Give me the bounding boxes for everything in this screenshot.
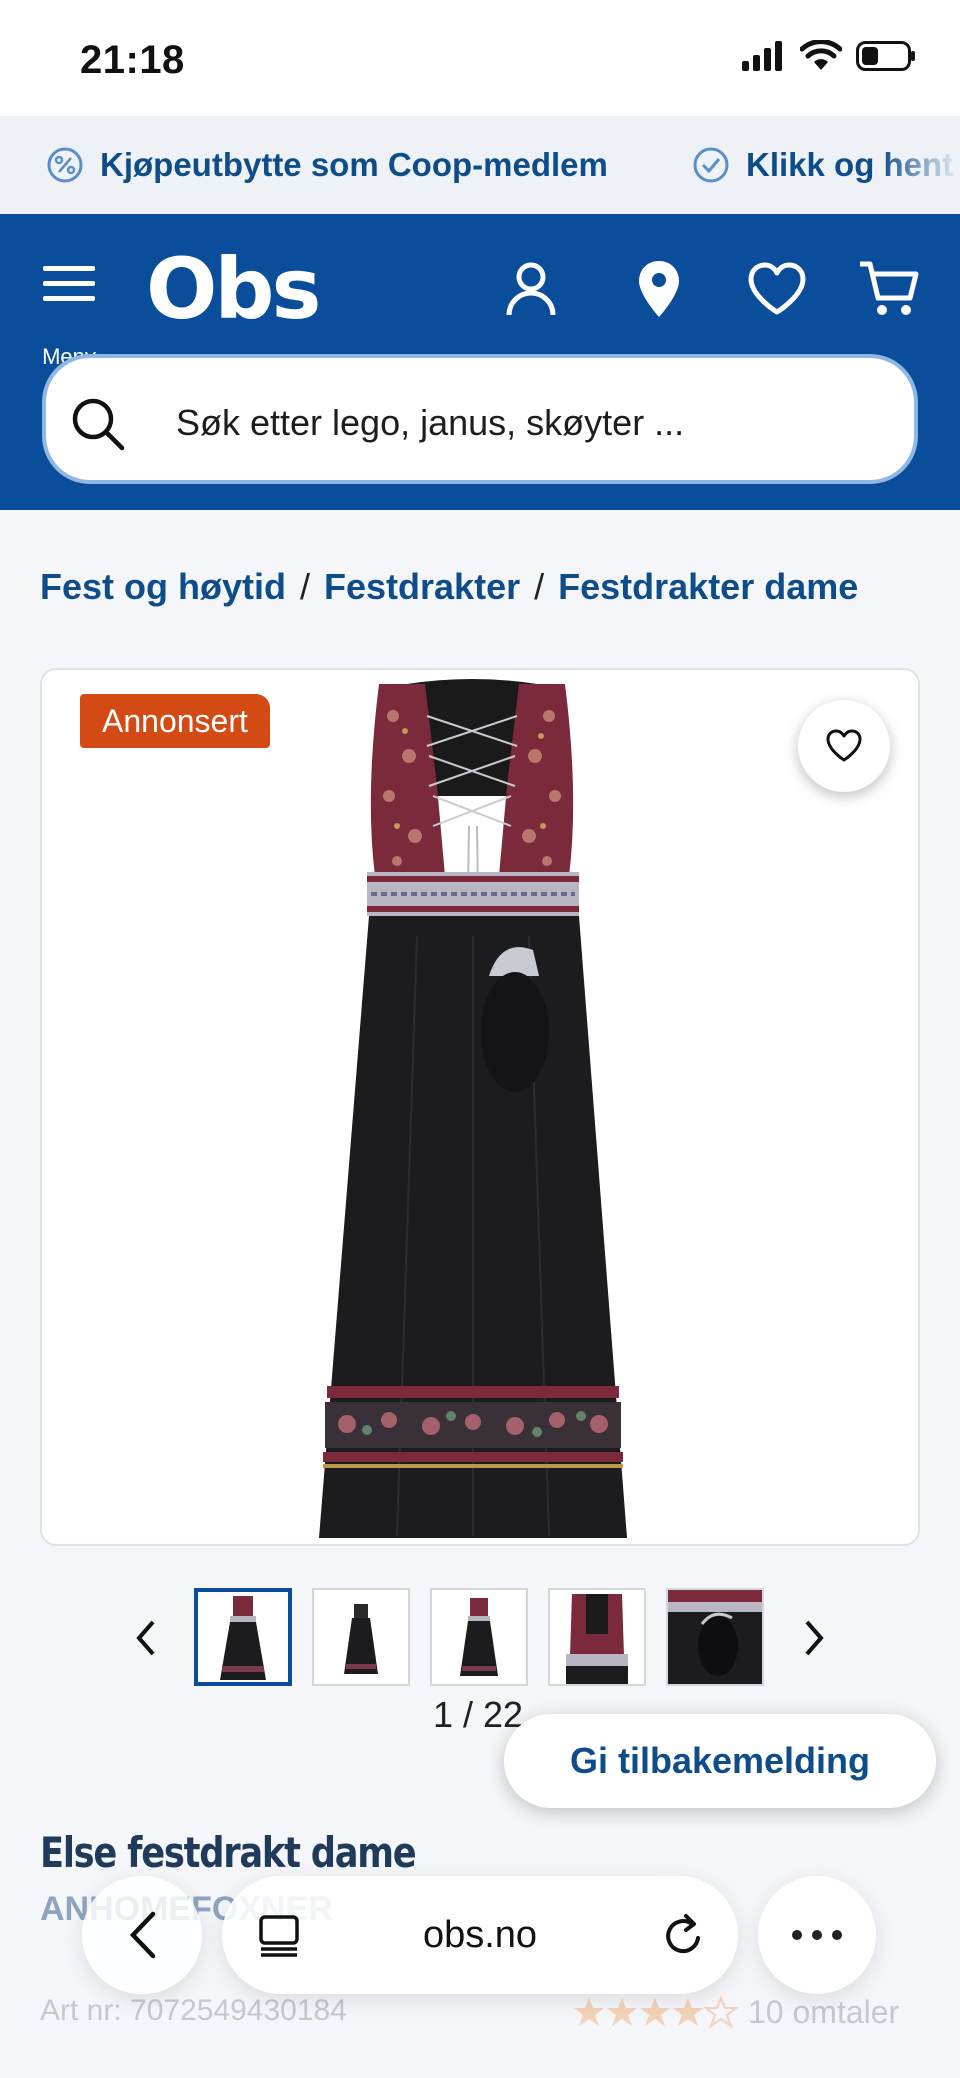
breadcrumb-link[interactable]: Fest og høytid <box>40 566 286 608</box>
breadcrumb-link[interactable]: Festdrakter <box>324 566 520 608</box>
search-bar[interactable]: Søk etter lego, janus, skøyter ... <box>42 354 918 484</box>
location-pin-icon <box>639 261 679 317</box>
thumb-prev-button[interactable] <box>120 1608 170 1668</box>
browser-more-button[interactable] <box>758 1876 876 1994</box>
status-bar: 21:18 <box>0 0 960 116</box>
wifi-icon <box>800 40 842 70</box>
thumbnail-1[interactable] <box>194 1588 292 1686</box>
feedback-button[interactable]: Gi tilbakemelding <box>504 1714 936 1808</box>
thumbnail-3[interactable] <box>430 1588 528 1686</box>
menu-button[interactable]: Meny <box>32 254 106 369</box>
chevron-left-icon <box>136 1620 155 1656</box>
obs-logo[interactable]: Obs <box>146 240 322 338</box>
thumbnail-image <box>220 1596 266 1680</box>
hamburger-icon <box>43 266 95 301</box>
signal-icon <box>742 41 782 71</box>
store-locator-button[interactable] <box>626 254 692 324</box>
chevron-left-icon <box>129 1911 156 1959</box>
more-dot <box>832 1930 842 1940</box>
article-number: Art nr: 7072549430184 <box>40 1994 347 2027</box>
promo-strip: Kjøpeutbytte som Coop-medlem Klikk og he… <box>0 116 960 214</box>
account-button[interactable] <box>498 254 564 324</box>
rating-stars-icon <box>574 1995 739 2029</box>
breadcrumb-separator: / <box>300 566 311 607</box>
site-header: Meny Obs Søk etter lego, janus, skøyter … <box>0 214 960 510</box>
thumbnail-image <box>566 1594 628 1684</box>
breadcrumb-separator: / <box>534 566 545 607</box>
thumbnail-5[interactable] <box>666 1588 764 1686</box>
breadcrumb-link[interactable]: Festdrakter dame <box>558 566 858 608</box>
status-time: 21:18 <box>80 38 185 82</box>
search-icon <box>72 398 125 451</box>
search-placeholder: Søk etter lego, janus, skøyter ... <box>176 402 685 443</box>
heart-outline-icon <box>826 729 862 762</box>
thumbnail-image <box>344 1604 378 1674</box>
cart-button[interactable] <box>856 254 922 324</box>
thumb-next-button[interactable] <box>790 1608 840 1668</box>
reload-icon[interactable] <box>662 1912 706 1958</box>
product-gallery[interactable]: Annonsert <box>40 668 920 1546</box>
app-root: 21:18 Kjøpeutbytte som Coop-medlem Klikk… <box>0 0 960 2078</box>
sponsored-badge: Annonsert <box>80 694 270 748</box>
promo-label: Kjøpeutbytte som Coop-medlem <box>100 146 608 183</box>
url-text: obs.no <box>422 1914 538 1956</box>
status-icons <box>742 40 916 72</box>
favorites-button[interactable] <box>744 254 810 324</box>
add-to-favorites-button[interactable] <box>798 700 890 792</box>
check-circle-icon <box>693 147 729 183</box>
account-icon <box>506 262 556 316</box>
product-rating[interactable]: 10 omtaler <box>572 1994 899 2031</box>
review-count: 10 omtaler <box>748 1994 900 2030</box>
promo-item-member[interactable]: Kjøpeutbytte som Coop-medlem <box>46 146 608 184</box>
product-title: Else festdrakt dame <box>40 1828 417 1877</box>
breadcrumb: Fest og høytid / Festdrakter / Festdrakt… <box>40 566 858 608</box>
thumbnail-2[interactable] <box>312 1588 410 1686</box>
heart-icon <box>748 262 806 315</box>
product-image[interactable] <box>297 676 647 1542</box>
chevron-right-icon <box>805 1620 824 1656</box>
percent-badge-icon <box>47 147 83 183</box>
cart-icon <box>860 261 919 315</box>
thumbnail-image <box>460 1598 498 1676</box>
more-dot <box>812 1930 822 1940</box>
thumbnail-strip <box>0 1586 960 1690</box>
thumbnail-image <box>668 1590 762 1684</box>
promo-fade <box>880 116 960 214</box>
battery-icon <box>856 41 915 71</box>
address-bar[interactable]: obs.no <box>222 1876 738 1994</box>
thumbnail-4[interactable] <box>548 1588 646 1686</box>
more-dot <box>792 1930 802 1940</box>
browser-back-button[interactable] <box>82 1876 202 1994</box>
